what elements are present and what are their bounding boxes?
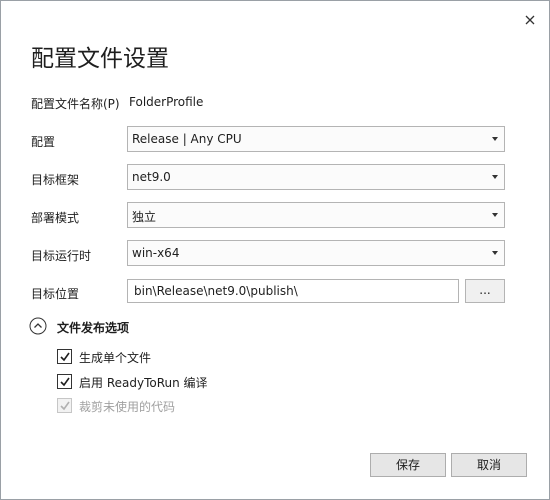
target-runtime-label: 目标运行时 — [31, 249, 92, 263]
target-framework-label: 目标框架 — [31, 173, 80, 187]
checkbox-box — [57, 374, 72, 389]
cancel-button[interactable]: 取消 — [451, 453, 527, 477]
dropdown-arrow-icon — [492, 137, 498, 141]
section-title: 文件发布选项 — [57, 321, 130, 335]
dropdown-arrow-icon — [492, 175, 498, 179]
configuration-label: 配置 — [31, 135, 56, 149]
target-framework-value: net9.0 — [132, 170, 171, 184]
checkbox-label: 生成单个文件 — [79, 351, 152, 365]
checkmark-icon — [60, 377, 70, 387]
checkbox-box — [57, 398, 72, 413]
chevron-up-icon — [29, 317, 47, 335]
target-location-input[interactable] — [127, 279, 459, 303]
deployment-mode-select[interactable]: 独立 — [127, 202, 505, 228]
target-location-label: 目标位置 — [31, 287, 80, 301]
target-runtime-select[interactable]: win-x64 — [127, 240, 505, 266]
dialog-title: 配置文件设置 — [31, 46, 169, 72]
deployment-mode-label: 部署模式 — [31, 211, 80, 225]
deployment-mode-value: 独立 — [132, 210, 157, 224]
browse-button[interactable]: ... — [465, 279, 505, 303]
collapse-section-button[interactable] — [29, 317, 47, 335]
close-button[interactable] — [519, 9, 541, 31]
profile-name-value: FolderProfile — [129, 95, 204, 109]
configuration-select[interactable]: Release | Any CPU — [127, 126, 505, 152]
configuration-value: Release | Any CPU — [132, 132, 242, 146]
checkbox-label: 裁剪未使用的代码 — [79, 400, 176, 414]
checkbox-label: 启用 ReadyToRun 编译 — [79, 376, 208, 390]
target-framework-select[interactable]: net9.0 — [127, 164, 505, 190]
checkmark-icon — [60, 352, 70, 362]
profile-settings-dialog: 配置文件设置 配置文件名称(P) FolderProfile 配置 Releas… — [0, 0, 550, 500]
dropdown-arrow-icon — [492, 251, 498, 255]
save-button[interactable]: 保存 — [370, 453, 446, 477]
checkbox-box — [57, 349, 72, 364]
target-runtime-value: win-x64 — [132, 246, 180, 260]
profile-name-label: 配置文件名称(P) — [31, 97, 120, 111]
checkmark-icon — [60, 401, 70, 411]
close-icon — [525, 15, 535, 25]
dropdown-arrow-icon — [492, 213, 498, 217]
